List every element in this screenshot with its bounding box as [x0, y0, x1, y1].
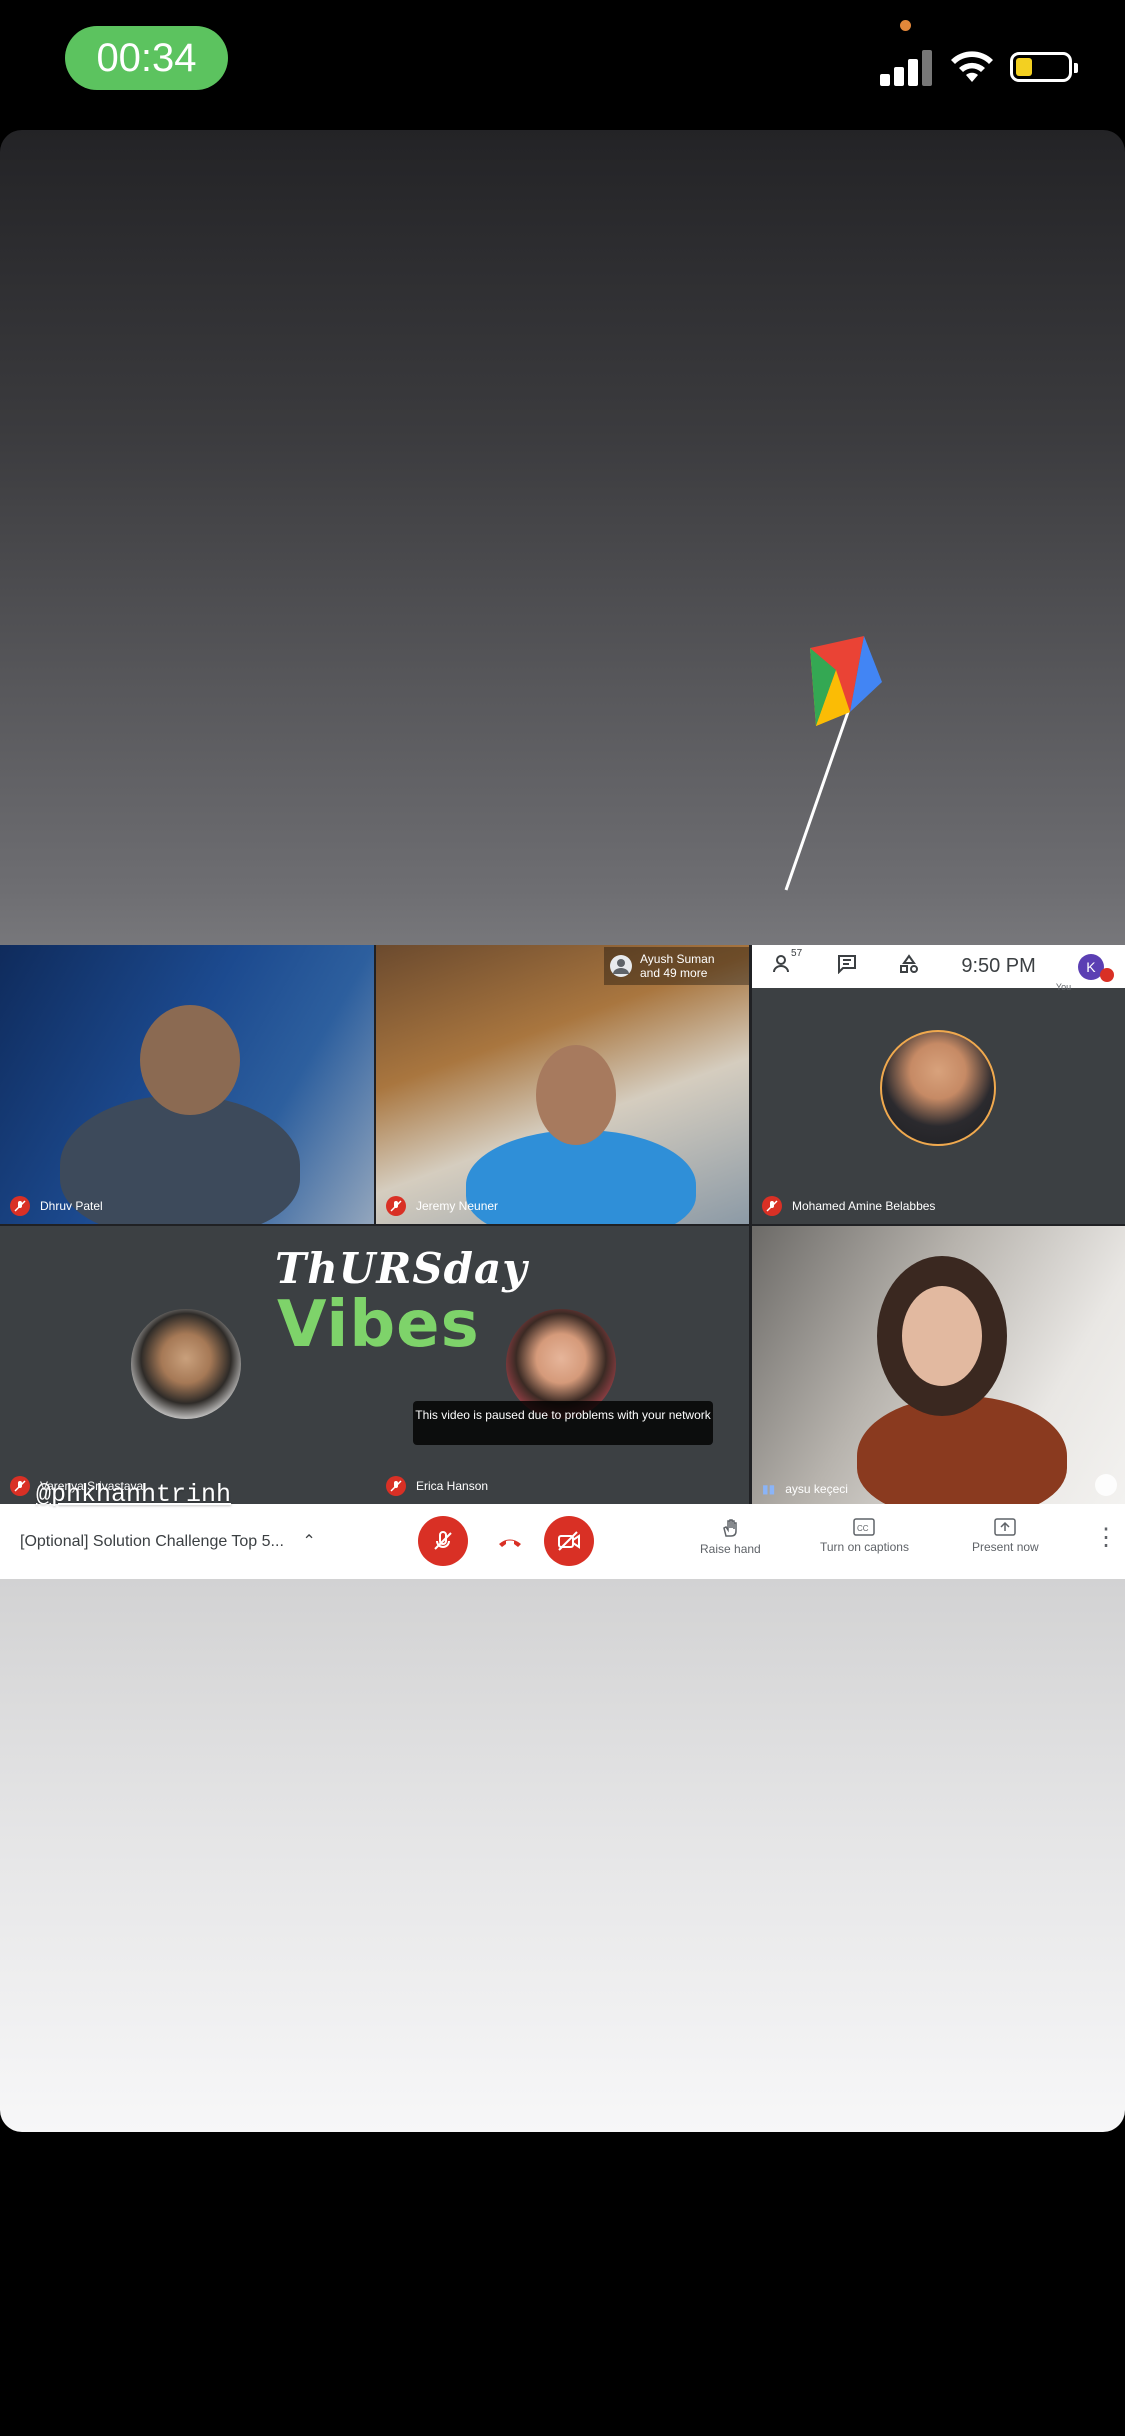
captions-icon: CC	[853, 1518, 876, 1536]
call-timer-pill[interactable]: 00:34	[65, 26, 228, 90]
present-icon	[994, 1518, 1017, 1536]
avatar-icon	[610, 955, 632, 977]
mic-toggle-button[interactable]	[418, 1516, 468, 1566]
meeting-title[interactable]: [Optional] Solution Challenge Top 5... ⌃	[20, 1504, 316, 1579]
participant-face	[902, 1286, 982, 1386]
raise-hand-button[interactable]: Raise hand	[700, 1518, 761, 1556]
paused-video-notice: This video is paused due to problems wit…	[413, 1401, 713, 1445]
self-avatar[interactable]: K You	[1056, 953, 1114, 992]
participant-name: Erica Hanson	[416, 1479, 489, 1493]
video-tile-varenya-erica[interactable]: ThURSday Vibes This video is paused due …	[0, 1226, 749, 1504]
avatar-letter: K	[1086, 958, 1096, 975]
raise-hand-label: Raise hand	[700, 1542, 761, 1556]
mic-off-icon	[386, 1196, 406, 1216]
vibes-subtitle: Vibes	[277, 1288, 480, 1362]
more-options-icon[interactable]: ⋮	[1094, 1526, 1118, 1550]
participant-face	[536, 1045, 616, 1145]
participant-name: Jeremy Neuner	[416, 1199, 499, 1213]
people-icon[interactable]: 57	[773, 948, 802, 980]
chevron-up-icon[interactable]: ⌃	[302, 1533, 315, 1550]
mic-off-icon	[434, 1531, 452, 1550]
thursday-title: ThURSday	[275, 1244, 528, 1293]
hand-icon	[723, 1519, 738, 1537]
participant-name-tag: Jeremy Neuner	[386, 1196, 498, 1216]
svg-text:CC: CC	[857, 1524, 869, 1533]
participant-name-tag: Dhruv Patel	[10, 1196, 103, 1216]
participant-name-tag-erica: Erica Hanson	[386, 1476, 488, 1496]
tile-options-icon[interactable]	[1095, 1474, 1117, 1496]
participant-name-tag: ▮▮ aysu keçeci	[762, 1482, 848, 1496]
privacy-indicator-dot	[900, 20, 911, 31]
participant-silhouette	[857, 1396, 1067, 1504]
video-tile-aysu[interactable]: ▮▮ aysu keçeci	[752, 1226, 1125, 1504]
speaking-icon: ▮▮	[762, 1482, 776, 1496]
camera-off-icon	[558, 1531, 580, 1551]
battery-icon	[1010, 52, 1078, 82]
meet-top-bar: 57 9:50 PM K You	[752, 945, 1125, 992]
participant-face	[140, 1005, 240, 1115]
hang-up-icon	[499, 1539, 521, 1547]
people-count: 57	[791, 947, 803, 959]
mic-off-icon	[386, 1476, 406, 1496]
camera-toggle-button[interactable]	[544, 1516, 594, 1566]
participant-avatar	[880, 1030, 996, 1146]
video-tile-mohamed[interactable]: 57 9:50 PM K You Mohamed Amine Belabbes	[752, 945, 1125, 1224]
participant-name: Mohamed Amine Belabbes	[792, 1199, 936, 1213]
participant-name-tag: Mohamed Amine Belabbes	[762, 1196, 935, 1216]
story-card: Dhruv Patel Ayush Suman and 49 more Jere…	[0, 130, 1125, 2132]
mic-off-icon	[10, 1476, 30, 1496]
leave-call-button[interactable]	[492, 1524, 528, 1560]
present-label: Present now	[972, 1540, 1039, 1554]
meet-controls-bar: [Optional] Solution Challenge Top 5... ⌃…	[0, 1504, 1125, 1579]
present-now-button[interactable]: Present now	[972, 1518, 1039, 1554]
video-tile-jeremy[interactable]: Ayush Suman and 49 more Jeremy Neuner	[376, 945, 749, 1224]
mic-off-badge-icon	[1099, 967, 1114, 982]
captions-label: Turn on captions	[820, 1540, 909, 1554]
video-tile-dhruv[interactable]: Dhruv Patel	[0, 945, 374, 1224]
chat-icon[interactable]	[837, 954, 857, 980]
presenter-line2: and 49 more	[640, 966, 708, 980]
meeting-title-text: [Optional] Solution Challenge Top 5...	[20, 1533, 284, 1550]
you-label: You	[1055, 981, 1072, 992]
participant-name: aysu keçeci	[785, 1482, 848, 1496]
presenter-chip: Ayush Suman and 49 more	[604, 947, 749, 985]
mic-off-icon	[10, 1196, 30, 1216]
cellular-signal-icon	[880, 50, 934, 86]
kite-sticker[interactable]	[780, 630, 920, 910]
captions-button[interactable]: CC Turn on captions	[820, 1518, 909, 1554]
participant-avatar-varenya	[131, 1309, 241, 1419]
wifi-icon	[951, 51, 993, 82]
presenter-line1: Ayush Suman	[640, 952, 715, 966]
mention-sticker[interactable]: @phkhanhtrinh	[36, 1480, 231, 1509]
clock-time: 9:50 PM	[961, 955, 1036, 977]
activities-icon[interactable]	[899, 953, 919, 980]
mic-off-icon	[762, 1196, 782, 1216]
participant-name: Dhruv Patel	[40, 1199, 103, 1213]
